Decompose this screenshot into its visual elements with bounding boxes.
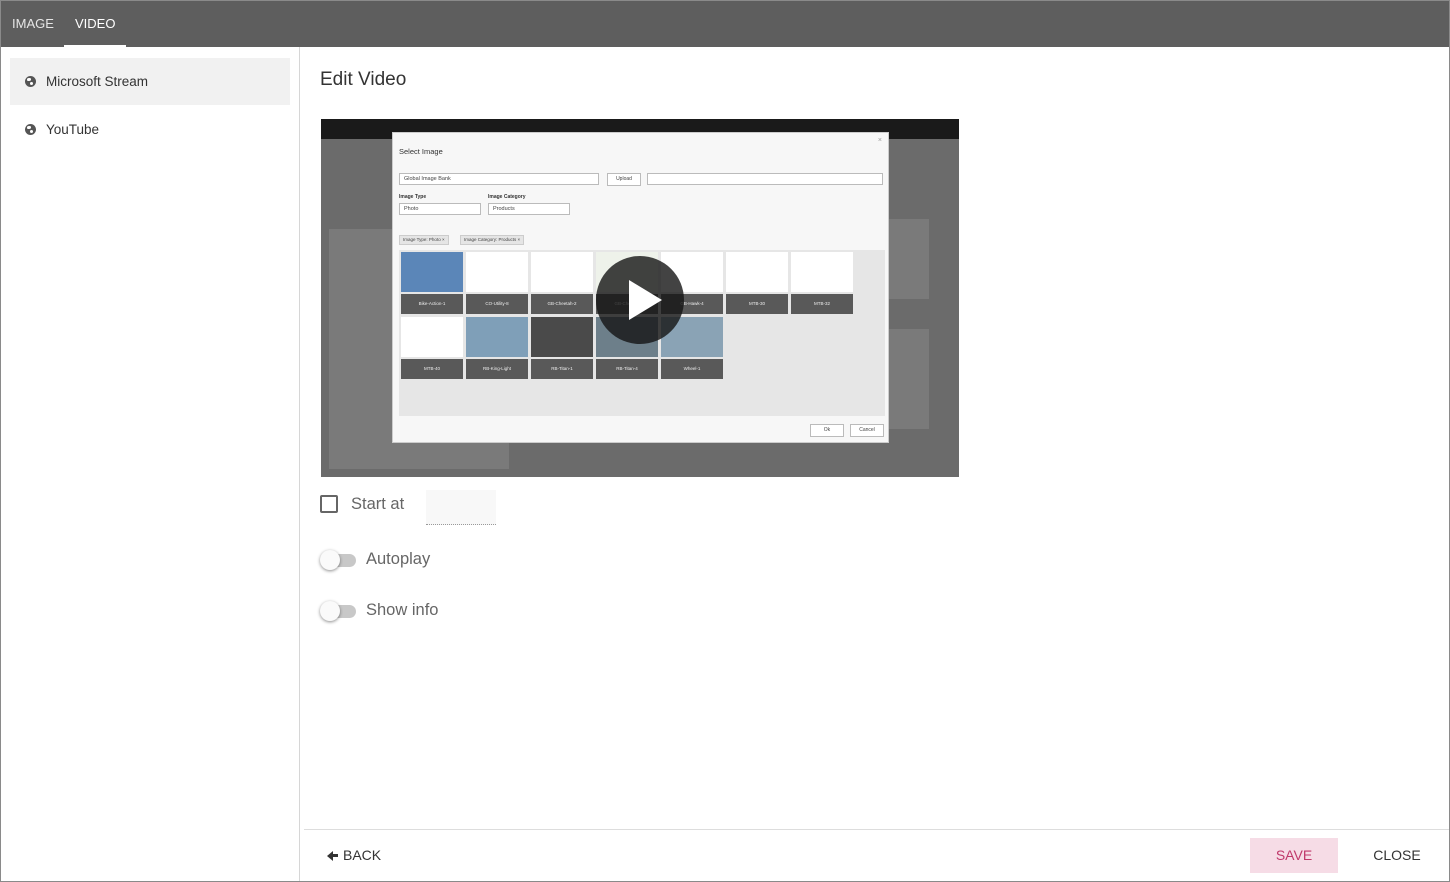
image-type-label: Image Type bbox=[399, 194, 427, 200]
start-at-label: Start at bbox=[351, 494, 405, 513]
sidebar-item-label: Microsoft Stream bbox=[46, 74, 149, 89]
thumbnail: Bike-Action-1 bbox=[401, 252, 463, 314]
thumbnail: MTB-40 bbox=[401, 317, 463, 379]
source-select: Global Image Bank bbox=[399, 173, 599, 185]
edit-video-panel: IMAGE VIDEO Microsoft Stream YouTube Edi… bbox=[0, 0, 1450, 882]
show-info-toggle[interactable] bbox=[320, 601, 356, 621]
filter-chip: Image Type: Photo × bbox=[399, 235, 449, 245]
autoplay-toggle[interactable] bbox=[320, 550, 356, 570]
globe-icon bbox=[25, 124, 36, 135]
autoplay-option: Autoplay bbox=[320, 548, 430, 570]
sidebar-item-microsoft-stream[interactable]: Microsoft Stream bbox=[10, 58, 290, 105]
tab-image[interactable]: IMAGE bbox=[1, 1, 65, 47]
back-button[interactable]: BACK bbox=[326, 847, 381, 863]
sidebar-item-label: YouTube bbox=[46, 122, 100, 137]
thumbnail: RB-Titan-1 bbox=[531, 317, 593, 379]
thumbnail: MTB-32 bbox=[791, 252, 853, 314]
thumbnail: MTB-30 bbox=[726, 252, 788, 314]
filter-chip: Image Category: Products × bbox=[460, 235, 525, 245]
image-category-label: Image Category bbox=[488, 194, 526, 200]
dialog-cancel-button: Cancel bbox=[850, 424, 884, 437]
start-at-time-input[interactable] bbox=[426, 490, 496, 525]
close-icon: × bbox=[877, 137, 882, 144]
image-search-input bbox=[647, 173, 883, 185]
thumbnail: RB-King-Light bbox=[466, 317, 528, 379]
page-title: Edit Video bbox=[320, 69, 407, 90]
start-at-option: Start at bbox=[320, 493, 404, 515]
media-type-tabbar: IMAGE VIDEO bbox=[1, 1, 1449, 47]
sidebar-item-youtube[interactable]: YouTube bbox=[10, 106, 290, 153]
show-info-option: Show info bbox=[320, 599, 438, 621]
play-icon[interactable] bbox=[596, 256, 684, 344]
video-source-sidebar: Microsoft Stream YouTube bbox=[1, 47, 300, 881]
autoplay-label: Autoplay bbox=[366, 549, 431, 568]
save-button[interactable]: SAVE bbox=[1250, 838, 1338, 873]
thumbnail: GB-Cheetah-2 bbox=[531, 252, 593, 314]
globe-icon bbox=[25, 76, 36, 87]
dialog-ok-button: Ok bbox=[810, 424, 844, 437]
back-label: BACK bbox=[343, 847, 382, 863]
arrow-left-icon bbox=[326, 849, 338, 861]
main-content: Edit Video × Select Image Global Image B… bbox=[301, 47, 1449, 829]
image-type-select: Photo bbox=[399, 203, 481, 215]
show-info-label: Show info bbox=[366, 600, 439, 619]
upload-button: Upload bbox=[607, 173, 641, 186]
start-at-checkbox[interactable] bbox=[320, 495, 338, 513]
thumbnail: CO-Utility-8 bbox=[466, 252, 528, 314]
image-category-select: Products bbox=[488, 203, 570, 215]
dialog-footer: BACK SAVE CLOSE bbox=[304, 829, 1449, 881]
close-button[interactable]: CLOSE bbox=[1366, 838, 1428, 873]
tab-video[interactable]: VIDEO bbox=[64, 1, 127, 47]
dialog-title: Select Image bbox=[399, 147, 443, 156]
video-preview[interactable]: × Select Image Global Image Bank Upload … bbox=[321, 119, 959, 477]
